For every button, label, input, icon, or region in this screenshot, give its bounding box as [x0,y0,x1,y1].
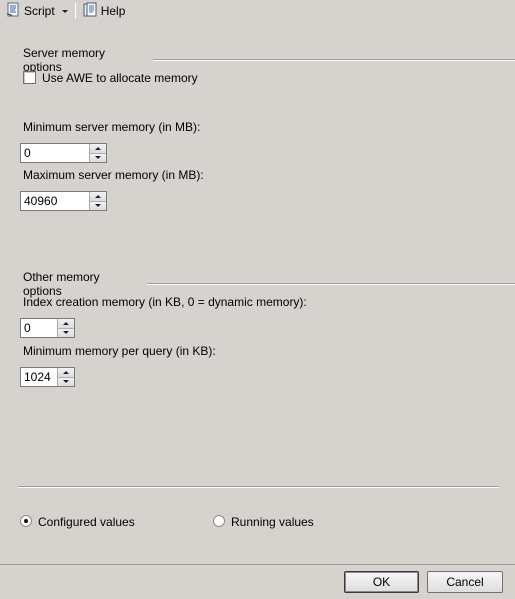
configured-values-label: Configured values [38,515,135,529]
header-divider [146,283,515,285]
max-server-memory-input[interactable] [21,192,89,210]
other-memory-options-title: Other memory options [23,270,100,298]
min-memory-per-query-up-button[interactable] [58,368,74,378]
max-server-memory-spinbox [20,191,107,211]
down-arrow-icon [95,156,101,160]
min-server-memory-spinner [89,144,106,162]
header-divider [152,59,515,61]
index-creation-memory-down-button[interactable] [58,328,74,337]
max-server-memory-down-button[interactable] [90,201,106,210]
min-server-memory-label: Minimum server memory (in MB): [23,120,201,134]
server-memory-options-title: Server memory options [23,46,106,74]
cancel-button[interactable]: Cancel [427,571,503,593]
min-server-memory-input[interactable] [21,144,89,162]
index-creation-memory-label: Index creation memory (in KB, 0 = dynami… [23,295,307,309]
server-memory-properties-page: Script Help Server memory options Use AW… [0,0,515,599]
min-memory-per-query-spinbox [20,367,75,387]
down-arrow-icon [63,380,69,384]
script-button[interactable]: Script [3,1,57,21]
dialog-button-bar: OK Cancel [0,564,515,599]
script-label: Script [24,4,55,18]
server-memory-options-header: Server memory options [23,46,515,74]
min-server-memory-down-button[interactable] [90,153,106,162]
dropdown-arrow-icon [61,9,68,13]
help-button[interactable]: Help [80,1,128,21]
up-arrow-icon [63,370,69,374]
max-server-memory-label: Maximum server memory (in MB): [23,168,204,182]
min-memory-per-query-input[interactable] [21,368,57,386]
up-arrow-icon [95,194,101,198]
min-server-memory-spinbox [20,143,107,163]
script-dropdown-button[interactable] [59,1,71,21]
other-memory-options-header: Other memory options [23,270,515,298]
index-creation-memory-input[interactable] [21,319,57,337]
up-arrow-icon [95,146,101,150]
script-icon [5,2,21,21]
toolbar: Script Help [0,0,515,22]
max-server-memory-spinner [89,192,106,210]
configured-values-radio[interactable] [20,515,32,527]
running-values-label: Running values [231,515,314,529]
values-separator [18,486,499,488]
down-arrow-icon [95,204,101,208]
help-icon [82,2,98,21]
down-arrow-icon [63,331,69,335]
index-creation-memory-spinbox [20,318,75,338]
running-values-radio[interactable] [213,515,225,527]
ok-button[interactable]: OK [344,571,419,593]
min-server-memory-up-button[interactable] [90,144,106,154]
up-arrow-icon [63,321,69,325]
index-creation-memory-spinner [57,319,74,337]
min-memory-per-query-spinner [57,368,74,386]
index-creation-memory-up-button[interactable] [58,319,74,329]
min-memory-per-query-down-button[interactable] [58,377,74,386]
max-server-memory-up-button[interactable] [90,192,106,202]
use-awe-checkbox[interactable] [23,71,36,84]
toolbar-separator [74,3,76,19]
radio-selected-dot [24,519,28,523]
use-awe-label: Use AWE to allocate memory [42,71,198,85]
min-memory-per-query-label: Minimum memory per query (in KB): [23,344,216,358]
help-label: Help [100,4,126,18]
